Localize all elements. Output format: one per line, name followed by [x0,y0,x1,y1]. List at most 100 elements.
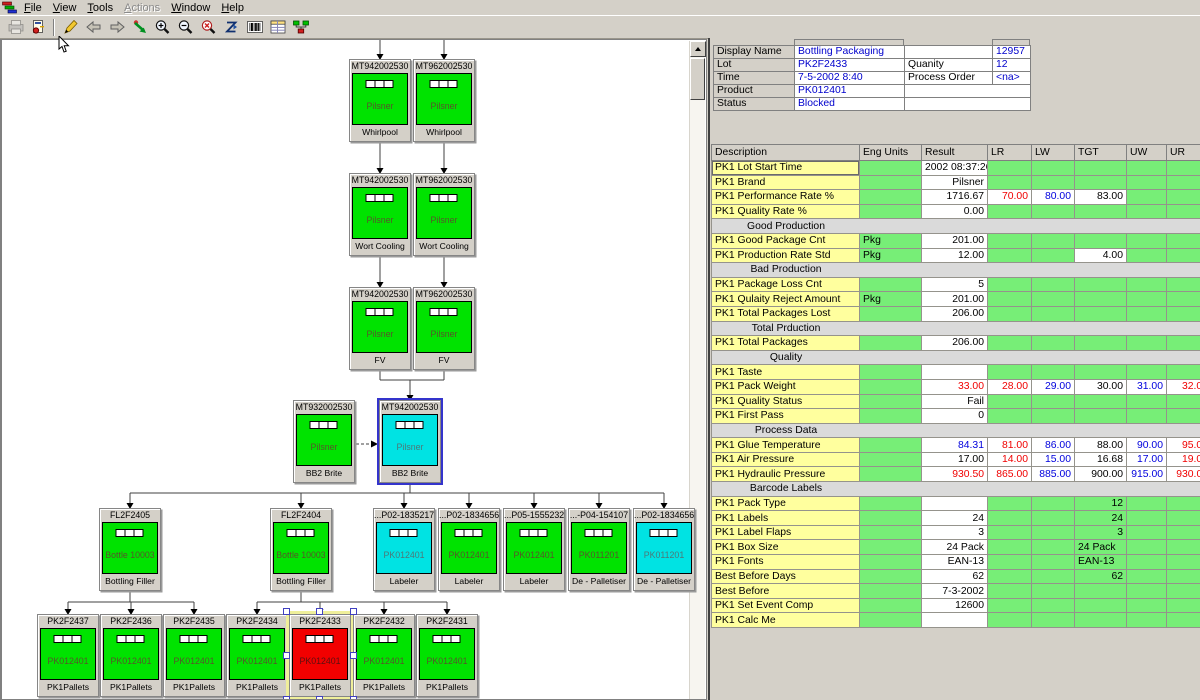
parameter-name-cell[interactable]: PK1 Package Loss Cnt [712,277,860,292]
menu-help[interactable]: Help [216,1,250,15]
selection-handle[interactable] [350,608,357,615]
tree-node-p021835217[interactable]: ...P02-1835217PK012401Labeler [373,508,435,591]
parameter-name-cell[interactable]: PK1 Label Flaps [712,525,860,540]
value-cell[interactable] [988,248,1032,263]
eng-units-cell[interactable] [860,569,922,584]
value-cell[interactable] [1032,306,1075,321]
value-cell[interactable] [1075,598,1127,613]
eng-units-cell[interactable] [860,598,922,613]
value-cell[interactable]: EAN-13 [1075,555,1127,570]
value-cell[interactable] [1075,204,1127,219]
value-cell[interactable]: 915.00 [1127,467,1167,482]
value-cell[interactable] [1032,496,1075,511]
value-cell[interactable] [988,365,1032,380]
value-cell[interactable]: 62 [1075,569,1127,584]
eng-units-cell[interactable] [860,161,922,176]
datasheet-button[interactable] [266,17,289,37]
menu-actions[interactable]: Actions [119,1,166,15]
value-cell[interactable]: 14.00 [988,452,1032,467]
value-cell[interactable] [1075,233,1127,248]
eng-units-cell[interactable] [860,409,922,424]
value-cell[interactable] [1127,598,1167,613]
value-cell[interactable]: 28.00 [988,379,1032,394]
tree-node-p04154107[interactable]: ...-P04-154107PK011201De - Palletiser [568,508,630,591]
value-cell[interactable] [1032,204,1075,219]
value-cell[interactable]: 83.00 [1075,190,1127,205]
parameter-name-cell[interactable]: PK1 Production Rate Std [712,248,860,263]
parameter-name-cell[interactable]: Best Before Days [712,569,860,584]
value-cell[interactable] [1167,555,1200,570]
tree-node-pk2f2432[interactable]: PK2F2432PK012401PK1Pallets [353,614,415,697]
value-cell[interactable] [1167,306,1200,321]
value-cell[interactable] [1032,175,1075,190]
eng-units-cell[interactable] [860,452,922,467]
value-cell[interactable] [1167,409,1200,424]
eng-units-cell[interactable] [860,540,922,555]
value-cell[interactable] [1032,365,1075,380]
value-cell[interactable] [922,613,988,628]
tree-node-mt942002530[interactable]: MT942002530PilsnerBB2 Brite [379,400,441,483]
eng-units-cell[interactable] [860,438,922,453]
parameter-name-cell[interactable]: PK1 Brand [712,175,860,190]
value-cell[interactable]: 90.00 [1127,438,1167,453]
value-cell[interactable] [1167,365,1200,380]
value-cell[interactable] [1167,175,1200,190]
tree-vertical-scrollbar[interactable] [689,41,705,699]
value-cell[interactable] [1167,584,1200,599]
value-cell[interactable] [1167,292,1200,307]
value-cell[interactable] [1127,525,1167,540]
zoom-in-button[interactable] [151,17,174,37]
value-cell[interactable] [1167,613,1200,628]
value-cell[interactable] [1075,292,1127,307]
tree-node-fl2f2404[interactable]: FL2F2404Bottle 10003Bottling Filler [270,508,332,591]
tree-node-mt942002530[interactable]: MT942002530PilsnerWhirlpool [349,59,411,142]
value-cell[interactable] [1032,540,1075,555]
value-cell[interactable] [988,409,1032,424]
parameter-name-cell[interactable]: PK1 First Pass [712,409,860,424]
value-cell[interactable]: 930.00 [1167,467,1200,482]
value-cell[interactable] [1032,511,1075,526]
value-cell[interactable] [1127,496,1167,511]
value-cell[interactable]: 12600 [922,598,988,613]
value-cell[interactable] [1167,233,1200,248]
tree-node-mt962002530[interactable]: MT962002530PilsnerWort Cooling [413,173,475,256]
parameter-name-cell[interactable]: PK1 Quality Status [712,394,860,409]
parameter-name-cell[interactable]: PK1 Hydraulic Pressure [712,467,860,482]
value-cell[interactable] [988,394,1032,409]
value-cell[interactable] [1075,394,1127,409]
value-cell[interactable] [1032,336,1075,351]
value-cell[interactable]: 3 [922,525,988,540]
value-cell[interactable] [1127,540,1167,555]
zoom-cancel-button[interactable] [197,17,220,37]
parameter-name-cell[interactable]: PK1 Qulaity Reject Amount [712,292,860,307]
value-cell[interactable]: 885.00 [1032,467,1075,482]
value-cell[interactable]: 206.00 [922,306,988,321]
tree-node-p021834656[interactable]: ...P02-1834656PK012401Labeler [438,508,500,591]
value-cell[interactable] [1127,161,1167,176]
value-cell[interactable]: 19.00 [1167,452,1200,467]
value-cell[interactable] [1032,277,1075,292]
value-cell[interactable]: 4.00 [1075,248,1127,263]
value-cell[interactable] [1167,190,1200,205]
value-cell[interactable] [1167,598,1200,613]
eng-units-cell[interactable] [860,204,922,219]
parameter-name-cell[interactable]: PK1 Pack Weight [712,379,860,394]
parameter-name-cell[interactable]: PK1 Set Event Comp [712,598,860,613]
eng-units-cell[interactable] [860,467,922,482]
eng-units-cell[interactable] [860,277,922,292]
parameter-name-cell[interactable]: PK1 Calc Me [712,613,860,628]
value-cell[interactable]: 80.00 [1032,190,1075,205]
tree-node-mt962002530[interactable]: MT962002530PilsnerWhirlpool [413,59,475,142]
value-cell[interactable] [1127,555,1167,570]
go-arrow-button[interactable] [128,17,151,37]
value-cell[interactable]: 86.00 [1032,438,1075,453]
value-cell[interactable] [1167,248,1200,263]
value-cell[interactable]: Fail [922,394,988,409]
value-cell[interactable] [1127,248,1167,263]
value-cell[interactable] [1127,584,1167,599]
value-cell[interactable]: 88.00 [1075,438,1127,453]
eng-units-cell[interactable] [860,175,922,190]
value-cell[interactable] [1032,409,1075,424]
value-cell[interactable] [1167,204,1200,219]
value-cell[interactable] [1127,365,1167,380]
